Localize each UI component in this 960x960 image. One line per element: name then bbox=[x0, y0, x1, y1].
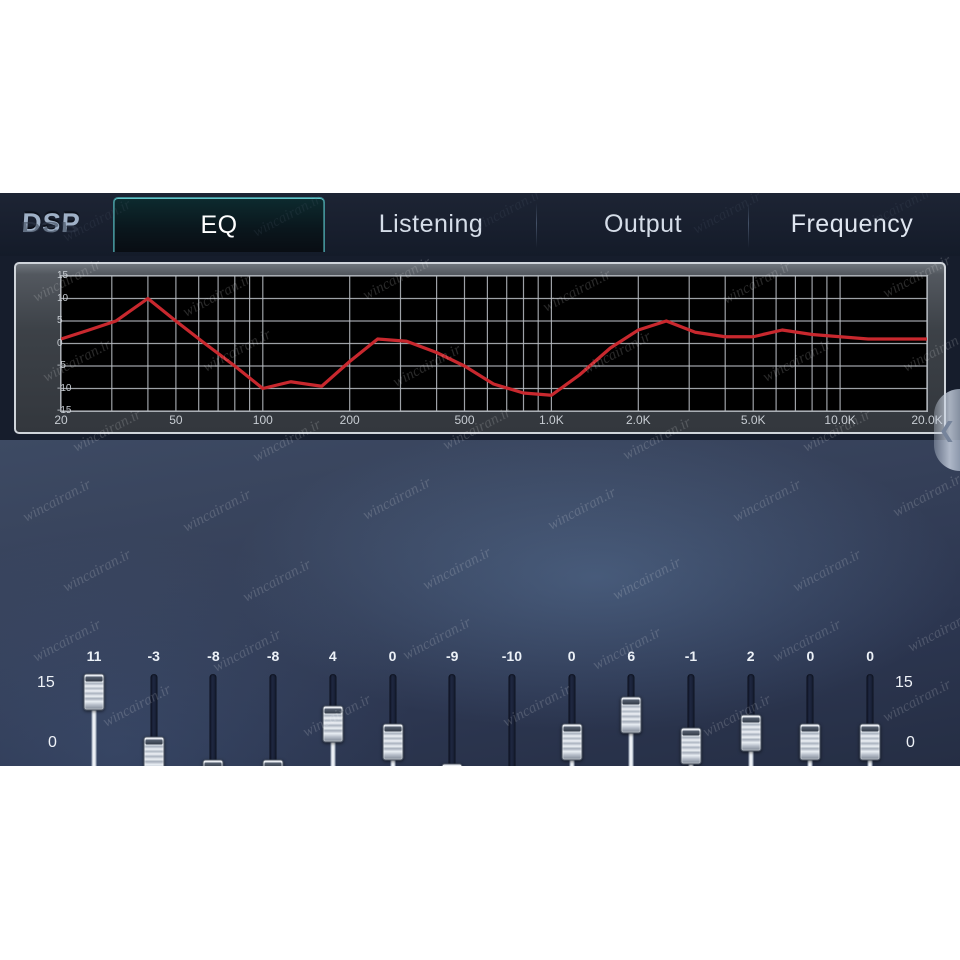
graph-x-tick: 10.0K bbox=[824, 413, 856, 427]
dsp-logo-reflection: DSP bbox=[19, 218, 81, 236]
scale-right-top: 15 bbox=[895, 674, 913, 691]
graph-inner: 151050-5-10-15 20501002005001.0K2.0K5.0K… bbox=[16, 264, 944, 432]
graph-x-tick: 500 bbox=[454, 413, 475, 427]
slider-handle[interactable] bbox=[620, 696, 642, 733]
tab-frequency-label: Frequency bbox=[790, 210, 914, 238]
slider-handle[interactable] bbox=[441, 763, 463, 766]
graph-x-tick: 1.0K bbox=[539, 413, 564, 427]
band-slider[interactable] bbox=[739, 674, 763, 766]
band-gain-label: 6 bbox=[627, 648, 636, 664]
slider-handle[interactable] bbox=[680, 727, 702, 765]
eq-response-graph: 151050-5-10-15 20501002005001.0K2.0K5.0K… bbox=[14, 262, 946, 434]
band-slider[interactable] bbox=[619, 674, 643, 766]
slider-track-upper bbox=[508, 674, 516, 766]
band-gain-label: 2 bbox=[746, 648, 755, 664]
graph-x-tick: 200 bbox=[339, 413, 360, 427]
tab-eq[interactable]: EQ bbox=[113, 197, 325, 252]
tab-listening[interactable]: Listening bbox=[325, 197, 537, 252]
graph-x-tick: 5.0K bbox=[740, 413, 766, 427]
slider-handle[interactable] bbox=[382, 723, 403, 760]
slider-handle[interactable] bbox=[143, 736, 165, 766]
slider-track-upper bbox=[448, 674, 456, 766]
band-gain-label: 0 bbox=[567, 648, 576, 664]
band-slider[interactable] bbox=[142, 674, 166, 766]
tab-eq-label: EQ bbox=[200, 210, 238, 239]
top-tab-bar: DSP DSP EQ Listening Output Frequency bbox=[0, 193, 960, 256]
band-slider[interactable] bbox=[798, 674, 822, 766]
band-gain-label: -3 bbox=[147, 648, 160, 664]
band-slider[interactable] bbox=[321, 674, 345, 766]
band-slider[interactable] bbox=[82, 673, 106, 766]
screenshot-root: DSP DSP EQ Listening Output Frequency 20… bbox=[0, 0, 960, 960]
graph-x-tick: 50 bbox=[169, 413, 183, 427]
dsp-app-window: DSP DSP EQ Listening Output Frequency 20… bbox=[0, 193, 960, 766]
band-gain-label: 4 bbox=[328, 648, 337, 664]
slider-track-upper bbox=[209, 674, 217, 766]
band-gain-label: 11 bbox=[86, 648, 102, 664]
band-gain-label: -10 bbox=[501, 648, 523, 664]
slider-handle[interactable] bbox=[859, 723, 881, 760]
band-slider[interactable] bbox=[560, 674, 584, 766]
scale-right-mid: 0 bbox=[906, 734, 915, 751]
scale-left-mid: 0 bbox=[48, 734, 57, 751]
tab-frequency[interactable]: Frequency bbox=[749, 197, 955, 252]
panel-collapse-handle[interactable]: ❮ bbox=[934, 389, 960, 471]
tab-listening-label: Listening bbox=[378, 210, 484, 238]
band-slider[interactable] bbox=[261, 674, 285, 766]
graph-x-tick: 100 bbox=[252, 413, 273, 427]
band-gain-label: -9 bbox=[445, 648, 459, 664]
band-slider[interactable] bbox=[679, 674, 703, 766]
graph-svg bbox=[61, 276, 927, 411]
slider-handle[interactable] bbox=[799, 723, 821, 760]
tab-output[interactable]: Output bbox=[537, 197, 749, 252]
slider-handle[interactable] bbox=[740, 714, 762, 751]
slider-handle[interactable] bbox=[202, 759, 224, 766]
graph-x-tick: 2.0K bbox=[625, 413, 651, 427]
scale-left-top: 15 bbox=[37, 674, 55, 691]
band-slider[interactable] bbox=[381, 674, 405, 766]
slider-handle[interactable] bbox=[83, 673, 105, 711]
band-slider[interactable] bbox=[201, 674, 225, 766]
band-gain-label: -8 bbox=[207, 648, 220, 664]
tab-output-label: Output bbox=[603, 210, 683, 238]
band-gain-label: 0 bbox=[806, 648, 815, 664]
band-gain-label: 0 bbox=[388, 648, 397, 664]
band-slider[interactable] bbox=[440, 674, 464, 766]
graph-x-tick: 20 bbox=[54, 413, 68, 427]
band-gain-label: -1 bbox=[684, 648, 698, 664]
eq-curve bbox=[61, 296, 927, 397]
graph-gridlines bbox=[61, 276, 927, 411]
chevron-left-icon: ❮ bbox=[938, 418, 956, 442]
slider-handle[interactable] bbox=[561, 723, 583, 760]
band-slider[interactable] bbox=[858, 674, 882, 766]
band-gain-label: -8 bbox=[266, 648, 280, 664]
band-slider[interactable] bbox=[500, 674, 524, 766]
band-gain-label: 0 bbox=[866, 648, 874, 664]
slider-handle[interactable] bbox=[262, 759, 284, 766]
graph-plot-area bbox=[60, 275, 928, 412]
slider-track-upper bbox=[269, 674, 277, 766]
slider-handle[interactable] bbox=[322, 705, 344, 742]
